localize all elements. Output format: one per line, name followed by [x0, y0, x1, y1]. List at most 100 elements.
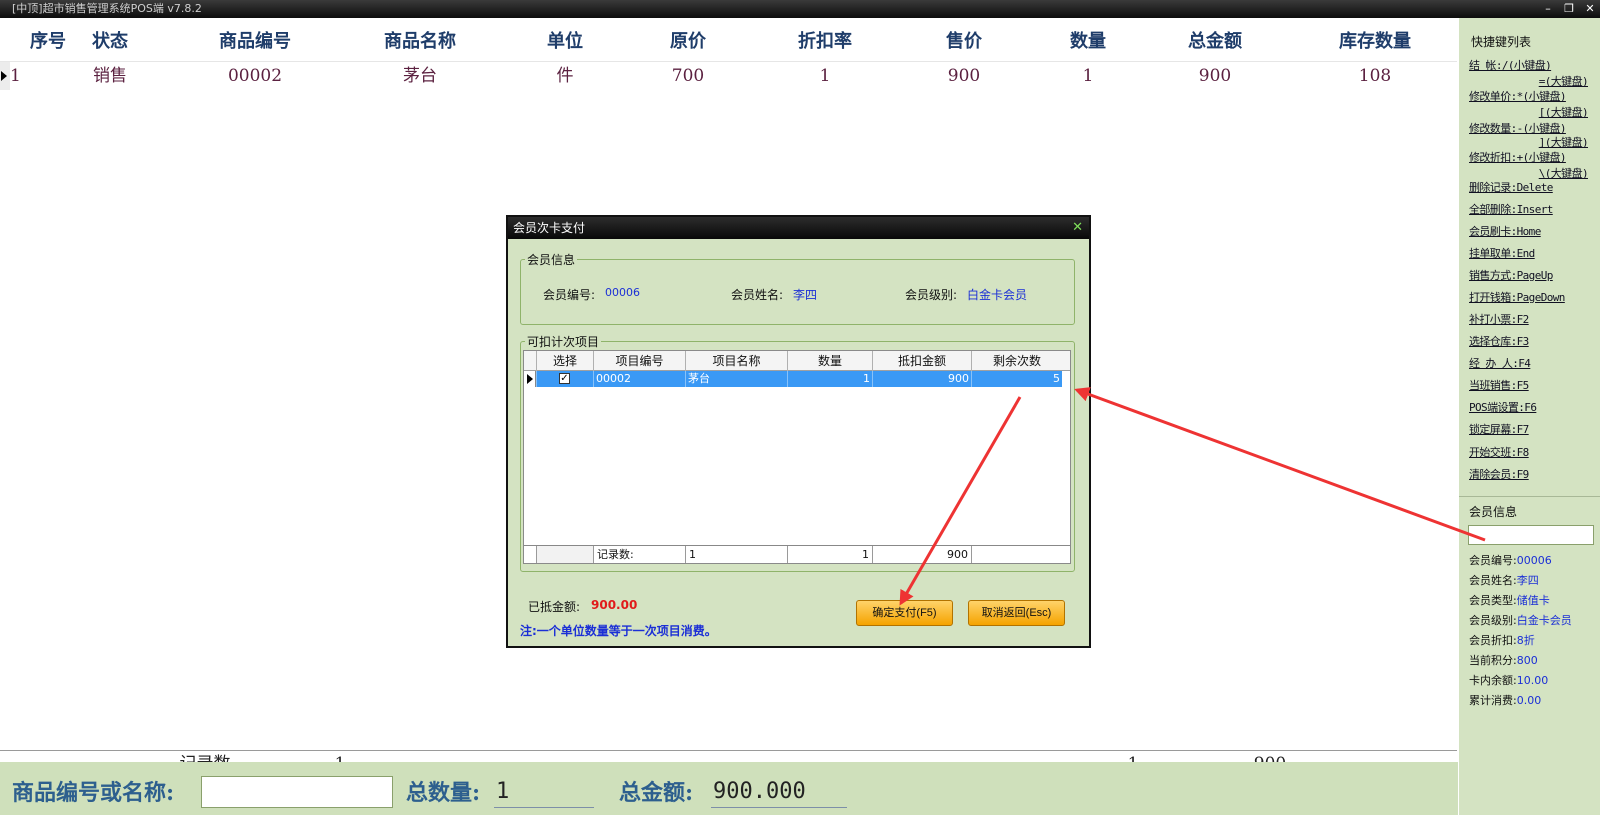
row-header: [524, 371, 536, 387]
col-header-orig-price: 原价: [670, 31, 706, 52]
col-header-discount: 折扣率: [798, 31, 852, 52]
grid-footer-deduct: 900: [872, 546, 971, 563]
grid-header: 选择 项目编号 项目名称 数量 抵扣金额 剩余次数: [524, 351, 1070, 371]
shortcut-lock-screen[interactable]: 锁定屏幕:F7: [1469, 421, 1529, 437]
col-header-stock: 库存数量: [1339, 31, 1411, 52]
cell-code: 00002: [227, 66, 283, 86]
grid-header-remaining: 剩余次数: [971, 351, 1062, 371]
cell-discount: 1: [819, 66, 831, 86]
shortcut-open-drawer[interactable]: 打开钱箱:PageDown: [1469, 289, 1565, 305]
shortcut-edit-qty-alt[interactable]: ](大键盘): [1539, 134, 1589, 150]
grid-cell-deduct: 900: [872, 371, 971, 387]
minimize-icon[interactable]: –: [1542, 0, 1554, 18]
member-level-label: 会员级别:: [905, 288, 958, 302]
member-info-group-title: 会员信息: [525, 251, 578, 268]
shortcut-delete-record[interactable]: 删除记录:Delete: [1469, 179, 1553, 195]
col-header-status: 状态: [92, 31, 128, 52]
select-checkbox[interactable]: ✓: [559, 373, 570, 384]
member-info-title: 会员信息: [1469, 505, 1518, 519]
amount-total-label: 总金额:: [619, 780, 694, 806]
member-info-label: 会员折扣:: [1469, 634, 1517, 647]
grid-header-select: 选择: [536, 351, 593, 371]
close-icon[interactable]: ✕: [1072, 217, 1083, 239]
col-header-code: 商品编号: [219, 31, 291, 52]
member-info-value: 0.00: [1516, 694, 1542, 707]
grid-footer: 记录数: 1 1 900: [524, 545, 1070, 563]
cell-unit: 件: [556, 66, 574, 86]
shortcut-hold-order[interactable]: 挂单取单:End: [1469, 245, 1535, 261]
member-info-value: 李四: [1516, 574, 1539, 587]
col-header-total: 总金额: [1188, 31, 1242, 52]
window-controls: – ❐ ✕: [1542, 0, 1596, 18]
member-no-label: 会员编号:: [543, 288, 596, 302]
shortcut-list-title: 快捷键列表: [1471, 35, 1532, 49]
grid-footer-qty: 1: [787, 546, 872, 563]
product-search-input[interactable]: [201, 776, 393, 808]
shortcut-shift-sales[interactable]: 当班销售:F5: [1469, 377, 1529, 393]
member-info-value: 10.00: [1516, 674, 1549, 687]
member-name-value: 李四: [793, 288, 818, 302]
member-info-row: 会员姓名:李四: [1469, 572, 1539, 588]
cell-orig-price: 700: [671, 66, 705, 86]
member-card-input[interactable]: [1468, 525, 1594, 545]
shortcut-clear-member[interactable]: 清除会员:F9: [1469, 466, 1529, 482]
cell-qty: 1: [1082, 66, 1094, 86]
deductible-items-grid[interactable]: 选择 项目编号 项目名称 数量 抵扣金额 剩余次数 ✓ 00002 茅台 1 9…: [523, 350, 1071, 564]
member-info-value: 00006: [1516, 554, 1552, 567]
shortcut-edit-discount[interactable]: 修改折扣:+(小键盘): [1469, 149, 1566, 165]
member-info-label: 会员姓名:: [1469, 574, 1517, 587]
search-label: 商品编号或名称:: [12, 780, 175, 806]
grid-cell-select[interactable]: ✓: [536, 371, 593, 387]
shortcut-checkout-alt[interactable]: =(大键盘): [1539, 73, 1589, 89]
member-info-label: 当前积分:: [1469, 654, 1517, 667]
member-level-value: 白金卡会员: [967, 288, 1028, 302]
right-side-panel: 快捷键列表 结 帐:/(小键盘) =(大键盘) 修改单价:*(小键盘) [(大键…: [1459, 18, 1600, 815]
shortcut-edit-price[interactable]: 修改单价:*(小键盘): [1469, 88, 1566, 104]
grid-cell-code: 00002: [593, 371, 685, 387]
col-header-qty: 数量: [1070, 31, 1106, 52]
member-card-payment-dialog[interactable]: 会员次卡支付 ✕ 会员信息 会员编号: 00006 会员姓名: 李四 会员级别:…: [506, 215, 1091, 648]
member-info-row: 会员类型:储值卡: [1469, 592, 1550, 608]
close-icon[interactable]: ✕: [1584, 0, 1596, 18]
member-no-value: 00006: [605, 286, 640, 299]
shortcut-warehouse[interactable]: 选择仓库:F3: [1469, 333, 1529, 349]
grid-footer-count: 1: [685, 546, 787, 563]
shortcut-pos-settings[interactable]: POS端设置:F6: [1469, 399, 1537, 415]
grid-cell-qty: 1: [787, 371, 872, 387]
dialog-note: 注:一个单位数量等于一次项目消费。: [520, 624, 717, 638]
member-info-row: 当前积分:800: [1469, 652, 1538, 668]
confirm-payment-button[interactable]: 确定支付(F5): [856, 600, 953, 626]
member-info-value: 白金卡会员: [1516, 614, 1572, 627]
table-row[interactable]: ✓ 00002 茅台 1 900 5: [536, 371, 1062, 387]
shortcut-shift-handover[interactable]: 开始交班:F8: [1469, 444, 1529, 460]
shortcut-member-card[interactable]: 会员刷卡:Home: [1469, 223, 1541, 239]
shortcut-operator[interactable]: 经 办 人:F4: [1469, 355, 1531, 371]
col-header-seq: 序号: [30, 31, 66, 52]
shortcut-sale-mode[interactable]: 销售方式:PageUp: [1469, 267, 1553, 283]
shortcut-reprint[interactable]: 补打小票:F2: [1469, 311, 1529, 327]
col-header-price: 售价: [946, 31, 982, 52]
deducted-amount-value: 900.00: [591, 598, 638, 612]
amount-total-value: 900.000: [711, 776, 847, 808]
deducted-amount-label: 已抵金额:: [528, 600, 581, 614]
member-info-value: 8折: [1516, 634, 1535, 647]
col-header-name: 商品名称: [384, 31, 456, 52]
grid-cell-name: 茅台: [685, 371, 787, 387]
shortcut-checkout[interactable]: 结 帐:/(小键盘): [1469, 57, 1552, 73]
cancel-return-button[interactable]: 取消返回(Esc): [968, 600, 1065, 626]
restore-icon[interactable]: ❐: [1563, 0, 1575, 18]
shortcut-edit-price-alt[interactable]: [(大键盘): [1539, 104, 1589, 120]
grid-footer-remaining: [971, 546, 1062, 563]
row-pointer-icon: [1, 71, 7, 81]
qty-total-label: 总数量:: [406, 780, 481, 806]
grid-footer-label: 记录数:: [593, 546, 685, 563]
qty-total-value: 1: [494, 776, 594, 808]
shortcut-delete-all[interactable]: 全部删除:Insert: [1469, 201, 1553, 217]
grid-header-name: 项目名称: [685, 351, 787, 371]
table-row[interactable]: 1 销售 00002 茅台 件 700 1 900 1 900 108: [0, 62, 1457, 90]
grid-header-code: 项目编号: [593, 351, 685, 371]
member-info-value: 储值卡: [1516, 594, 1550, 607]
member-info-row: 累计消费:0.00: [1469, 692, 1541, 708]
cell-price: 900: [947, 66, 981, 86]
cell-name: 茅台: [403, 66, 437, 86]
